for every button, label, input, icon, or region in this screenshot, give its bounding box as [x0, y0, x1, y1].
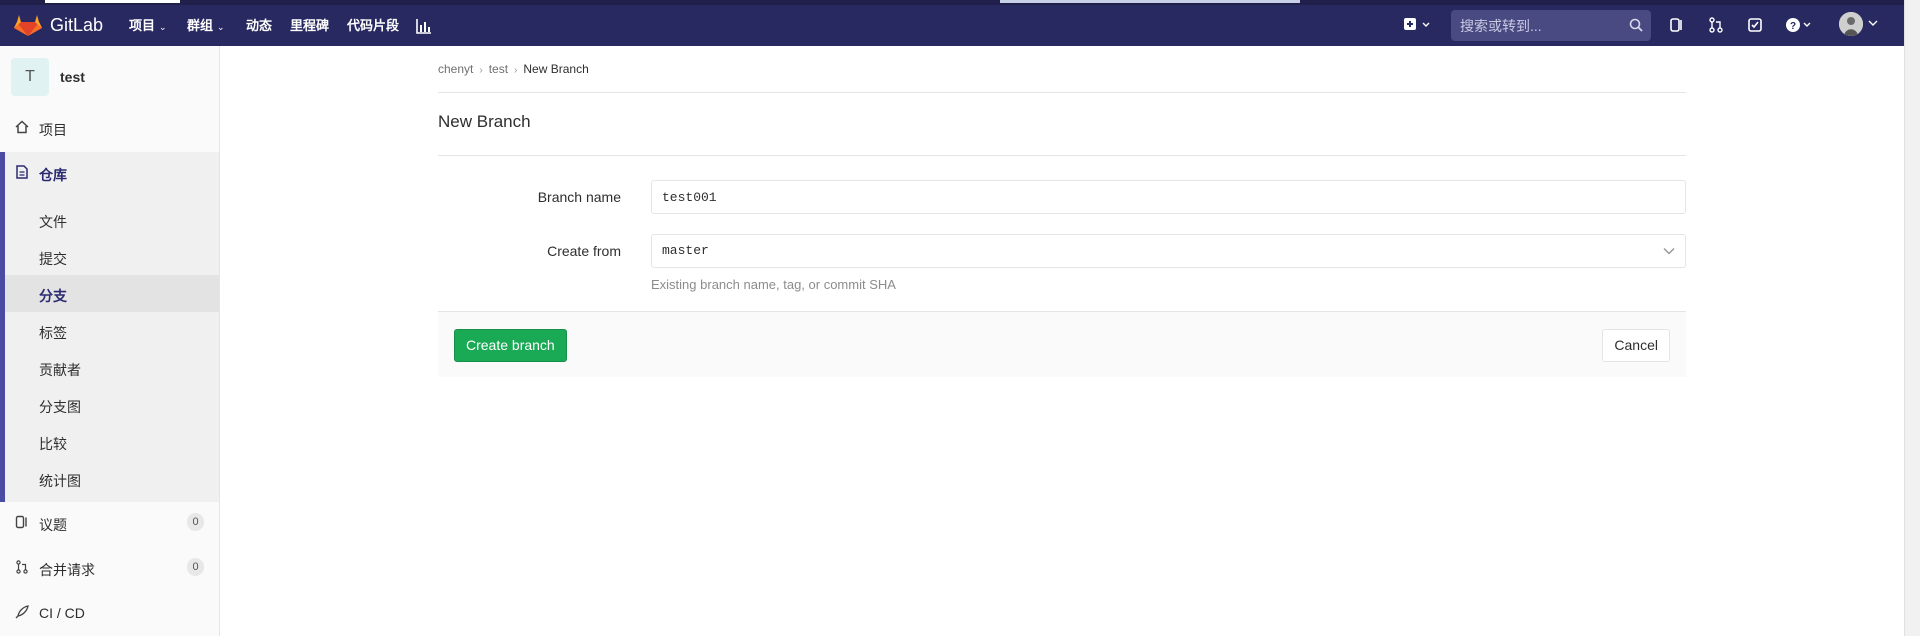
merge-requests-count-badge: 0: [187, 558, 204, 576]
sidebar-subitem-label: 提交: [39, 251, 67, 267]
browser-tab-highlight: [1000, 0, 1300, 3]
breadcrumb-current[interactable]: New Branch: [523, 62, 588, 76]
nav-projects[interactable]: 项目 ⌄: [129, 18, 167, 35]
sidebar-item-repository[interactable]: 仓库: [5, 152, 219, 192]
sidebar-item-label: 项目: [39, 122, 67, 138]
user-avatar-icon: [1839, 12, 1863, 36]
search-box[interactable]: [1451, 10, 1651, 41]
issues-count-badge: 0: [187, 513, 204, 531]
nav-groups[interactable]: 群组 ⌄: [187, 18, 225, 35]
create-from-value: master: [662, 243, 709, 258]
divider: [438, 92, 1686, 93]
sidebar-item-label: CI / CD: [39, 605, 85, 621]
chevron-right-icon: ›: [514, 65, 518, 76]
project-avatar[interactable]: T: [11, 58, 49, 96]
sidebar-subitem-charts[interactable]: 统计图: [5, 460, 219, 497]
create-from-help-text: Existing branch name, tag, or commit SHA: [651, 277, 896, 292]
issues-icon: [15, 515, 27, 529]
search-icon: [1629, 18, 1643, 32]
browser-tab[interactable]: [45, 0, 180, 3]
avatar[interactable]: [1839, 12, 1863, 36]
sidebar-subitem-branches[interactable]: 分支: [5, 275, 219, 312]
search-input[interactable]: [1451, 10, 1651, 41]
create-from-select[interactable]: master: [651, 234, 1686, 268]
sidebar-item-issues[interactable]: 议题 0: [0, 504, 219, 540]
browser-tab-strip: [0, 0, 1904, 5]
project-name[interactable]: test: [60, 69, 85, 85]
sidebar-subitem-label: 文件: [39, 214, 67, 230]
bar-chart-icon[interactable]: [416, 18, 432, 34]
project-header[interactable]: T test: [0, 46, 219, 106]
page-title: New Branch: [438, 112, 531, 131]
sidebar-subitem-label: 分支图: [39, 399, 81, 415]
form-actions: Create branch Cancel: [438, 311, 1686, 377]
branch-name-input[interactable]: [651, 180, 1686, 214]
scrollbar[interactable]: [1904, 0, 1920, 636]
sidebar-subitem-files[interactable]: 文件: [5, 201, 219, 238]
sidebar-subitem-label: 分支: [39, 288, 67, 304]
sidebar-subitem-graph[interactable]: 分支图: [5, 386, 219, 423]
sidebar-subitem-label: 标签: [39, 325, 67, 341]
home-icon: [15, 120, 29, 134]
sidebar-subitem-commits[interactable]: 提交: [5, 238, 219, 275]
sidebar-item-cicd[interactable]: CI / CD: [0, 594, 219, 630]
sidebar-item-project[interactable]: 项目: [0, 109, 219, 145]
sidebar-item-label: 合并请求: [39, 562, 95, 578]
sidebar-item-label: 议题: [39, 517, 67, 533]
sidebar-subitem-label: 统计图: [39, 473, 81, 489]
sidebar-item-merge-requests[interactable]: 合并请求 0: [0, 549, 219, 585]
chevron-down-icon[interactable]: [1867, 18, 1879, 28]
branch-name-label: Branch name: [537, 189, 621, 205]
top-navbar: GitLab 项目⌄ 群组⌄ 动态 里程碑 代码片段 ?: [0, 0, 1904, 46]
create-branch-button[interactable]: Create branch: [454, 329, 567, 362]
merge-request-icon: [16, 560, 28, 574]
project-sidebar: T test 项目 仓库 文件 提交 分支 标签 贡献者 分支图 比较 统计图 …: [0, 46, 220, 636]
cancel-button[interactable]: Cancel: [1602, 329, 1670, 362]
sidebar-subitem-label: 比较: [39, 436, 67, 452]
todo-icon[interactable]: [1746, 16, 1764, 34]
chevron-down-icon: [1663, 247, 1675, 255]
sidebar-subitem-label: 贡献者: [39, 362, 81, 378]
brand-name[interactable]: GitLab: [50, 14, 103, 36]
nav-snippets[interactable]: 代码片段: [347, 18, 399, 34]
gitlab-logo-icon[interactable]: [14, 14, 42, 36]
nav-activity[interactable]: 动态: [246, 18, 272, 34]
sidebar-item-label: 仓库: [39, 167, 67, 183]
breadcrumb-item-namespace[interactable]: chenyt: [438, 62, 473, 76]
nav-milestones[interactable]: 里程碑: [290, 18, 329, 34]
help-icon[interactable]: ?: [1785, 16, 1815, 34]
breadcrumb-item-project[interactable]: test: [489, 62, 508, 76]
svg-text:?: ?: [1790, 21, 1796, 32]
create-from-label: Create from: [547, 243, 621, 259]
rocket-icon: [15, 605, 29, 619]
sidebar-subitem-compare[interactable]: 比较: [5, 423, 219, 460]
merge-request-icon[interactable]: [1707, 16, 1725, 34]
new-dropdown-icon[interactable]: [1402, 16, 1436, 34]
sidebar-subitem-contributors[interactable]: 贡献者: [5, 349, 219, 386]
divider: [438, 155, 1686, 156]
doc-icon: [16, 165, 28, 179]
issues-icon[interactable]: [1668, 16, 1686, 34]
sidebar-section-repository: 仓库 文件 提交 分支 标签 贡献者 分支图 比较 统计图: [0, 152, 219, 502]
sidebar-subitem-tags[interactable]: 标签: [5, 312, 219, 349]
breadcrumb: chenyt › test › New Branch: [438, 62, 589, 76]
chevron-right-icon: ›: [479, 65, 483, 76]
